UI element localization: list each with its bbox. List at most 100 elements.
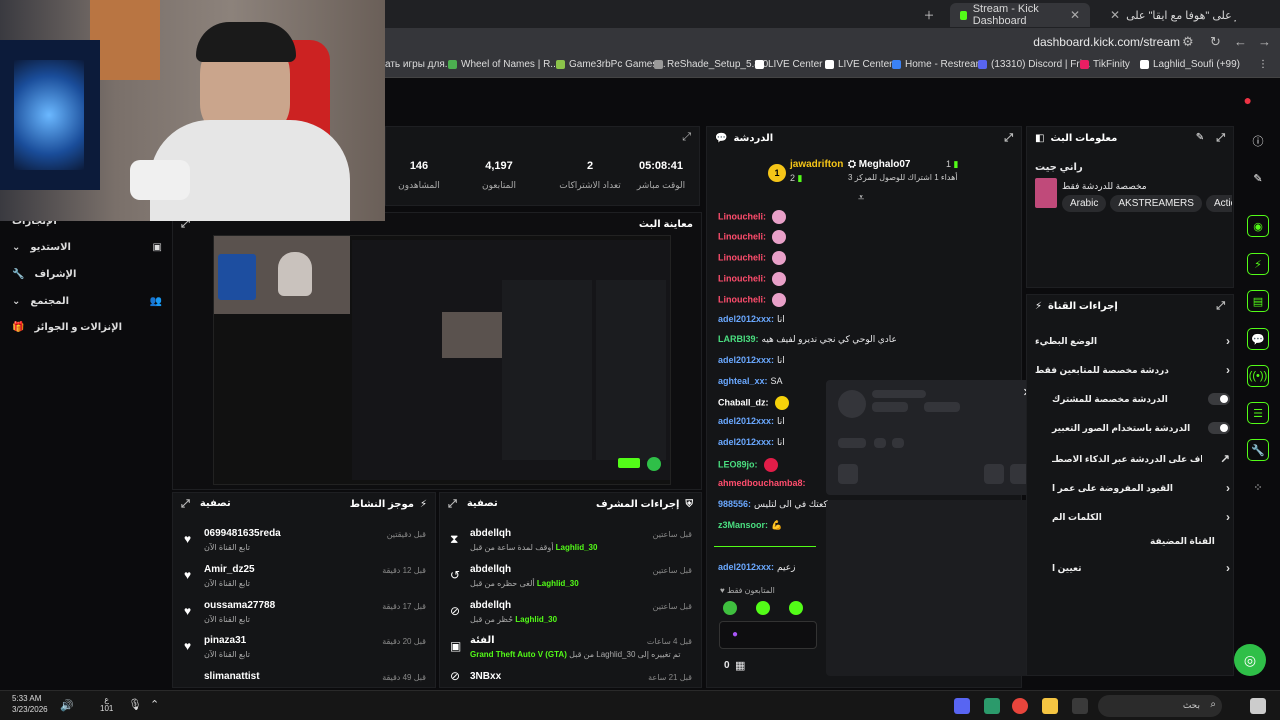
user-name[interactable]: slimanattist bbox=[204, 671, 260, 682]
chat-username[interactable]: Linoucheli: bbox=[718, 211, 766, 221]
start-icon[interactable] bbox=[1250, 698, 1266, 714]
chat-username[interactable]: Linoucheli: bbox=[718, 273, 766, 283]
speaker-icon[interactable]: 🔊 bbox=[60, 699, 74, 712]
chat-input[interactable]: ● bbox=[719, 621, 817, 649]
camera-icon[interactable]: ◉ bbox=[1247, 215, 1269, 237]
emote-only-toggle[interactable] bbox=[1208, 422, 1230, 434]
chat-username[interactable]: Linoucheli: bbox=[718, 231, 766, 241]
input-language[interactable]: ع 101 bbox=[100, 695, 113, 713]
category-name[interactable]: Grand Theft Auto V (GTA) bbox=[470, 650, 567, 659]
info-icon[interactable]: ⓘ bbox=[1247, 130, 1269, 152]
microphone-icon[interactable]: 🎙 bbox=[128, 698, 142, 711]
broadcast-icon[interactable]: ((•)) bbox=[1247, 365, 1269, 387]
second-gifter[interactable]: ⛭ Meghalo07 bbox=[848, 159, 910, 170]
user-name[interactable]: abdellqh bbox=[470, 600, 511, 611]
wrench-icon[interactable]: 🔧 bbox=[1247, 439, 1269, 461]
app-taskbar-icon-2[interactable] bbox=[1072, 698, 1088, 714]
assign-row[interactable]: تعيين ا › bbox=[1052, 561, 1230, 575]
expand-icon[interactable]: ⤢ bbox=[682, 131, 691, 144]
filter-button[interactable]: تصفية bbox=[467, 498, 498, 511]
collapse-icon[interactable]: ⩡ bbox=[858, 192, 864, 205]
sidebar-item-moderation[interactable]: 🔧 الإشراف bbox=[12, 269, 162, 280]
blocked-words-row[interactable]: الكلمات الم › bbox=[1052, 510, 1230, 524]
mod-name[interactable]: Laghlid_30 bbox=[515, 615, 557, 624]
bookmark-item[interactable]: ать игры для... bbox=[385, 59, 453, 70]
sidebar-item-drops[interactable]: 🎁 الإنزالات و الجوائز bbox=[12, 322, 162, 333]
user-name[interactable]: 0699481635reda bbox=[204, 528, 281, 539]
chat-username[interactable]: aghteal_xx: bbox=[718, 376, 768, 386]
app-taskbar-icon[interactable] bbox=[984, 698, 1000, 714]
bookmark-item[interactable]: Laghlid_Soufi (+99) bbox=[1140, 59, 1240, 70]
emote-icon[interactable] bbox=[756, 601, 770, 615]
bookmark-item[interactable]: LIVE Center bbox=[825, 59, 892, 70]
chat-username[interactable]: ahmedbouchamba8: bbox=[718, 478, 806, 488]
subscriber-only-toggle[interactable] bbox=[1208, 393, 1230, 405]
stream-preview-video[interactable] bbox=[213, 235, 671, 485]
chat-username[interactable]: Chaball_dz: bbox=[718, 397, 769, 407]
bookmark-item[interactable]: Home - Restream bbox=[892, 59, 984, 70]
edit-icon[interactable]: ✎ bbox=[1196, 132, 1204, 145]
floating-action-button[interactable]: ◎ bbox=[1234, 644, 1266, 676]
bolt-icon[interactable]: ⚡ bbox=[1247, 253, 1269, 275]
more-bookmarks-icon[interactable]: ⋮ bbox=[1258, 59, 1268, 70]
top-gifter-name[interactable]: jawadrifton bbox=[790, 159, 843, 170]
user-name[interactable]: 3NBxx bbox=[470, 671, 501, 682]
bookmark-item[interactable]: ReShade_Setup_5.8.0 bbox=[654, 59, 768, 70]
category-name[interactable]: مخصصة للدردشة فقط bbox=[1062, 181, 1147, 192]
chat-username[interactable]: LARBI39: bbox=[718, 334, 759, 344]
chat-username[interactable]: adel2012xxx: bbox=[718, 355, 774, 365]
bookmark-item[interactable]: LIVE Center bbox=[755, 59, 822, 70]
dots-icon[interactable]: ⁘ bbox=[1247, 476, 1269, 498]
user-name[interactable]: abdellqh bbox=[470, 528, 511, 539]
bookmark-item[interactable]: (13310) Discord | Fri... bbox=[978, 59, 1090, 70]
chat-username[interactable]: z3Mansoor: bbox=[718, 520, 768, 530]
sidebar-item-studio[interactable]: ⌄ الاستديو ▣ bbox=[12, 242, 162, 253]
chat-username[interactable]: adel2012xxx: bbox=[718, 314, 774, 324]
mod-name[interactable]: Laghlid_30 bbox=[556, 543, 598, 552]
forward-icon[interactable]: → bbox=[1258, 34, 1271, 49]
clock[interactable]: 5:33 AM 3/23/2026 bbox=[12, 694, 48, 714]
tab-kick-dashboard[interactable]: Stream - Kick Dashboard ✕ bbox=[950, 3, 1090, 27]
user-name[interactable]: oussama27788 bbox=[204, 600, 275, 611]
expand-icon[interactable]: ⤢ bbox=[1216, 132, 1225, 145]
bookmark-item[interactable]: TikFinity bbox=[1080, 59, 1130, 70]
clipboard-icon[interactable]: ▤ bbox=[1247, 290, 1269, 312]
edit-icon[interactable]: ✎ bbox=[1247, 167, 1269, 189]
user-name[interactable]: abdellqh bbox=[470, 564, 511, 575]
store-icon[interactable]: ▦ bbox=[735, 659, 745, 672]
close-icon[interactable]: ✕ bbox=[1110, 8, 1120, 22]
tag[interactable]: Action bbox=[1205, 195, 1232, 212]
reload-icon[interactable]: ↻ bbox=[1210, 34, 1221, 50]
chat-username[interactable]: LEO89jo: bbox=[718, 459, 758, 469]
chevron-up-icon[interactable]: ⌃ bbox=[150, 698, 159, 711]
search-box[interactable]: بحث ⌕ bbox=[1098, 695, 1222, 717]
expand-icon[interactable]: ⤢ bbox=[181, 498, 190, 511]
discord-taskbar-icon[interactable] bbox=[954, 698, 970, 714]
user-name[interactable]: Amir_dz25 bbox=[204, 564, 255, 575]
chat-username[interactable]: Linoucheli: bbox=[718, 294, 766, 304]
avatar[interactable]: ● bbox=[1244, 92, 1252, 108]
tag[interactable]: Arabic bbox=[1062, 195, 1107, 212]
chat-username[interactable]: adel2012xxx: bbox=[718, 416, 774, 426]
microphone-icon[interactable]: ● bbox=[732, 629, 738, 640]
filter-button[interactable]: تصفية bbox=[200, 498, 231, 511]
tab-tiktok[interactable]: ✕ اعتذر على "هوفا مع ايقا" على Tok bbox=[1100, 3, 1250, 27]
slow-mode-row[interactable]: الوضع البطيء › bbox=[1035, 334, 1230, 348]
chat-username[interactable]: Linoucheli: bbox=[718, 252, 766, 262]
chat-username[interactable]: 988556: bbox=[718, 499, 751, 509]
emote-icon[interactable] bbox=[723, 601, 737, 615]
bookmark-item[interactable]: Game3rbPc Games... bbox=[556, 59, 666, 70]
site-settings-icon[interactable]: ⚙ bbox=[1182, 34, 1194, 50]
tag[interactable]: AKSTREAMERS bbox=[1110, 195, 1202, 212]
followers-only-row[interactable]: دردشة مخصصة للمتابعين فقط › bbox=[1035, 363, 1230, 377]
list-icon[interactable]: ☰ bbox=[1247, 402, 1269, 424]
chat-icon[interactable]: 💬 bbox=[1247, 328, 1269, 350]
bookmark-item[interactable]: Wheel of Names | R... bbox=[448, 59, 559, 70]
chat-username[interactable]: adel2012xxx: bbox=[718, 562, 774, 572]
close-icon[interactable]: ✕ bbox=[1070, 8, 1080, 22]
new-tab-button[interactable]: ＋ bbox=[918, 3, 940, 27]
expand-icon[interactable]: ⤢ bbox=[1004, 132, 1013, 145]
sidebar-item-community[interactable]: ⌄ المجتمع 👥 bbox=[12, 296, 162, 307]
expand-icon[interactable]: ⤢ bbox=[448, 498, 457, 511]
chrome-taskbar-icon[interactable] bbox=[1012, 698, 1028, 714]
